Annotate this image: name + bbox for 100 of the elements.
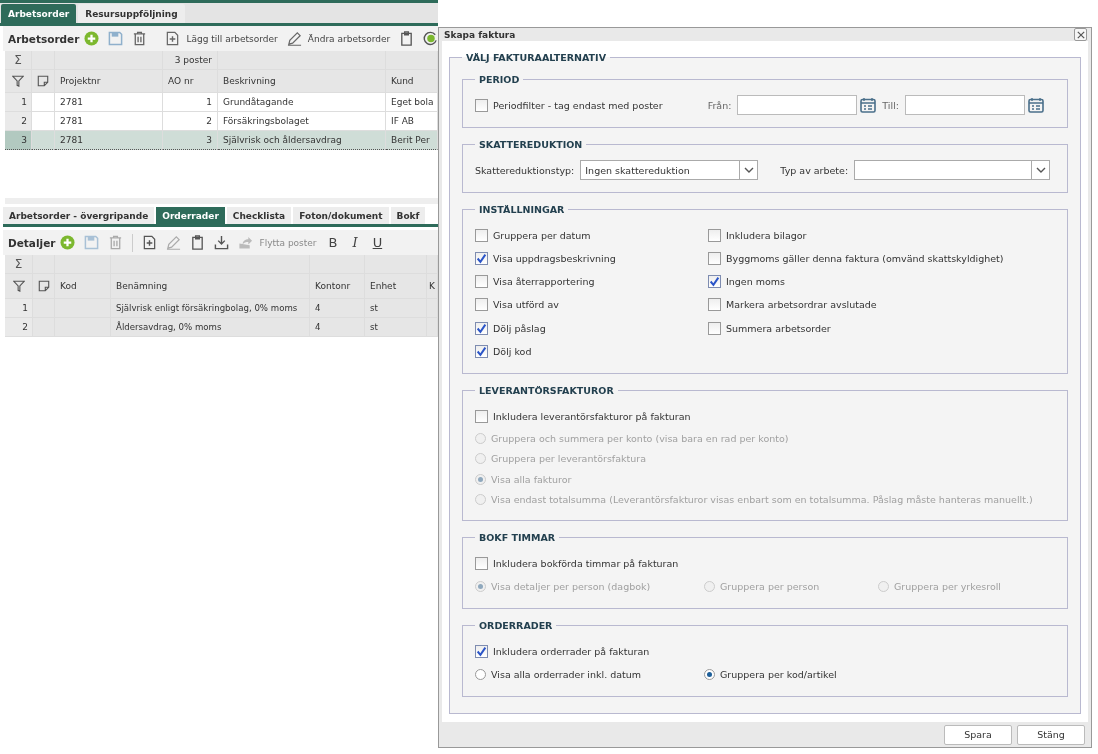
trash-icon[interactable] [132,31,148,46]
row-number: 3 [5,131,32,150]
add-icon[interactable] [60,235,76,250]
close-button[interactable] [1074,28,1087,42]
dialog-title: Skapa faktura [444,29,516,40]
checkbox[interactable] [475,251,488,265]
detail-tab[interactable]: Orderrader [156,207,225,224]
pencil-icon[interactable] [166,235,182,250]
dropdown[interactable] [854,160,1051,181]
field-label: Skattereduktionstyp: [475,164,575,176]
field-label: Till: [882,99,899,111]
pencil-icon [286,31,302,46]
format-button[interactable]: I [349,235,361,250]
add-icon[interactable] [84,31,100,46]
column-header[interactable]: Beskrivning [218,70,386,93]
radio-button[interactable] [704,669,715,681]
checkbox-label[interactable]: Inkludera bokförda timmar på fakturan [493,557,679,569]
panel-title: Detaljer [8,236,56,249]
column-header[interactable]: Projektnr [55,70,163,93]
checkbox-label[interactable]: Visa utförd av [493,299,559,311]
row-number: 2 [5,318,33,337]
dropdown[interactable]: Ingen skattereduktion [580,160,759,181]
checkbox[interactable] [475,298,488,312]
main-tab[interactable]: Resursuppföljning [78,4,185,23]
detail-tab[interactable]: Bokf [390,207,426,224]
detail-tab[interactable]: Arbetsorder - övergripande [3,207,155,224]
section-title: SKATTEREDUKTION [478,139,584,151]
calendar-icon[interactable] [1028,97,1044,114]
column-header[interactable]: AO nr [163,70,218,93]
checkbox-label[interactable]: Dölj påslag [493,322,546,334]
checkbox-label[interactable]: Gruppera per datum [493,229,591,241]
row-number: 1 [5,299,33,318]
table-row[interactable]: 1 2781 1 Grundåtagande Eget bola [5,93,438,112]
checkbox[interactable] [475,556,488,570]
table-cell: st [365,318,427,337]
checkbox-label[interactable]: Inkludera leverantörsfakturor på fakturan [493,410,691,422]
radio-button[interactable] [475,669,486,681]
checkbox[interactable] [475,275,488,289]
table-cell: Åldersavdrag, 0% moms [111,318,310,337]
checkbox[interactable] [475,321,488,335]
table-cell: 1 [163,93,218,112]
checkbox-label[interactable]: Ingen moms [726,276,785,288]
checkbox-label[interactable]: Visa uppdragsbeskrivning [493,252,616,264]
format-button[interactable]: B [325,235,341,250]
section-title: BOKF TIMMAR [478,532,557,544]
date-field[interactable] [905,95,1025,116]
checkbox-label[interactable]: Markera arbetsordrar avslutade [726,299,877,311]
checkbox-label[interactable]: Summera arbetsorder [726,322,831,334]
checkbox[interactable] [475,345,488,359]
checkbox[interactable] [708,275,721,289]
checkbox[interactable] [475,228,488,242]
dialog-button[interactable]: Spara [944,724,1012,745]
caret-icon [1035,167,1046,174]
checkbox-label[interactable]: Byggmoms gäller denna faktura (omvänd skattskyldighet) [726,252,1004,264]
add-document-icon [165,31,181,46]
row-number: 1 [5,93,32,112]
checkbox[interactable] [475,98,488,112]
section-title: VÄLJ FAKTURAALTERNATIV [465,52,607,64]
row-number: 2 [5,112,32,131]
section-title: INSTÄLLNINGAR [478,204,566,216]
note-icon [37,280,50,292]
share-arrow-icon [238,235,254,250]
toolbar-button[interactable]: Ändra arbetsorder [286,31,391,46]
detail-tab[interactable]: Foton/dokument [293,207,389,224]
clipboard-icon[interactable] [190,235,206,250]
checkbox[interactable] [708,251,721,265]
filter-icon[interactable] [12,280,25,292]
table-cell: 2781 [55,131,163,150]
dollar-refresh-icon[interactable] [423,31,438,46]
clipboard-icon[interactable] [399,31,415,46]
checkbox[interactable] [708,228,721,242]
table-cell: 4 [310,318,365,337]
format-button[interactable]: U [369,235,386,250]
checkbox[interactable] [708,321,721,335]
checkbox-label[interactable]: Inkludera orderrader på fakturan [493,645,650,657]
radio-label[interactable]: Visa alla orderrader inkl. datum [491,669,642,681]
checkbox[interactable] [475,409,488,423]
table-row[interactable]: 3 2781 3 Självrisk och åldersavdrag Berit Per [5,131,438,150]
checkbox[interactable] [708,298,721,312]
field-label: Från: [707,99,732,111]
checkbox-label[interactable]: Inkludera bilagor [726,229,807,241]
caret-icon [743,167,754,174]
save-icon[interactable] [108,31,124,46]
main-tab[interactable]: Arbetsorder [1,4,77,23]
download-icon[interactable] [214,235,230,250]
save-icon[interactable] [84,235,100,250]
date-field[interactable] [737,95,858,116]
checkbox-label[interactable]: Visa återrapportering [493,276,595,288]
checkbox-label[interactable]: Dölj kod [493,346,532,358]
dialog-button[interactable]: Stäng [1017,724,1085,745]
add-document-icon[interactable] [142,235,158,250]
filter-icon[interactable] [12,75,24,87]
toolbar-button[interactable]: Lägg till arbetsorder [165,31,278,46]
checkbox[interactable] [475,644,488,658]
section-title: PERIOD [478,74,521,86]
checkbox-label[interactable]: Periodfilter - tag endast med poster [493,99,663,111]
detail-tab[interactable]: Checklista [226,207,292,224]
field-label: Typ av arbete: [780,164,849,176]
radio-label[interactable]: Gruppera per kod/artikel [720,669,837,681]
calendar-icon[interactable] [860,97,877,114]
